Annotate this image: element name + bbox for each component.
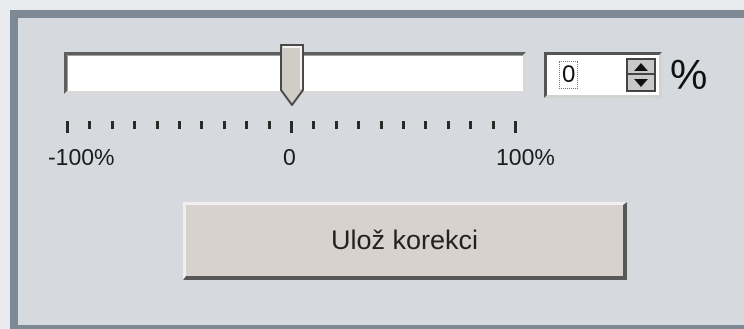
slider-tick bbox=[514, 121, 517, 133]
slider-min-label: -100% bbox=[48, 144, 115, 170]
slider-tick bbox=[469, 121, 473, 129]
slider-max-label: 100% bbox=[496, 144, 555, 170]
slider-tick bbox=[200, 121, 204, 129]
percent-spinbox[interactable]: 0 bbox=[544, 52, 662, 98]
slider-tick bbox=[379, 121, 383, 129]
triangle-down-icon bbox=[634, 78, 648, 87]
slider-tick bbox=[66, 121, 69, 133]
slider-tick bbox=[88, 121, 92, 129]
spinbox-buttons bbox=[626, 58, 656, 92]
window-frame: -100% 0 100% 0 % Ulož korekci bbox=[0, 0, 744, 329]
spinbox-value[interactable]: 0 bbox=[559, 61, 579, 89]
slider-tick bbox=[402, 121, 405, 129]
slider-tick bbox=[424, 121, 428, 129]
triangle-up-icon bbox=[634, 62, 648, 71]
slider-tick bbox=[446, 121, 450, 129]
percent-unit-label: % bbox=[670, 51, 708, 98]
slider-tick bbox=[334, 121, 338, 129]
slider-thumb-icon[interactable] bbox=[279, 44, 305, 106]
slider-tick bbox=[245, 121, 249, 129]
spin-down-button[interactable] bbox=[628, 75, 654, 90]
slider-tick bbox=[312, 121, 316, 129]
slider-mid-label: 0 bbox=[283, 144, 296, 170]
slider-ticks bbox=[66, 121, 526, 135]
slider-tick bbox=[155, 121, 159, 129]
slider-tick bbox=[178, 121, 181, 129]
slider-tick bbox=[491, 121, 495, 129]
spin-up-button[interactable] bbox=[628, 60, 654, 75]
slider-tick bbox=[357, 121, 361, 129]
slider-tick bbox=[133, 121, 137, 129]
slider-tick bbox=[267, 121, 271, 129]
slider-tick bbox=[222, 121, 226, 129]
slider-tick bbox=[290, 121, 293, 133]
slider-tick bbox=[110, 121, 114, 129]
save-correction-button[interactable]: Ulož korekci bbox=[183, 202, 627, 280]
